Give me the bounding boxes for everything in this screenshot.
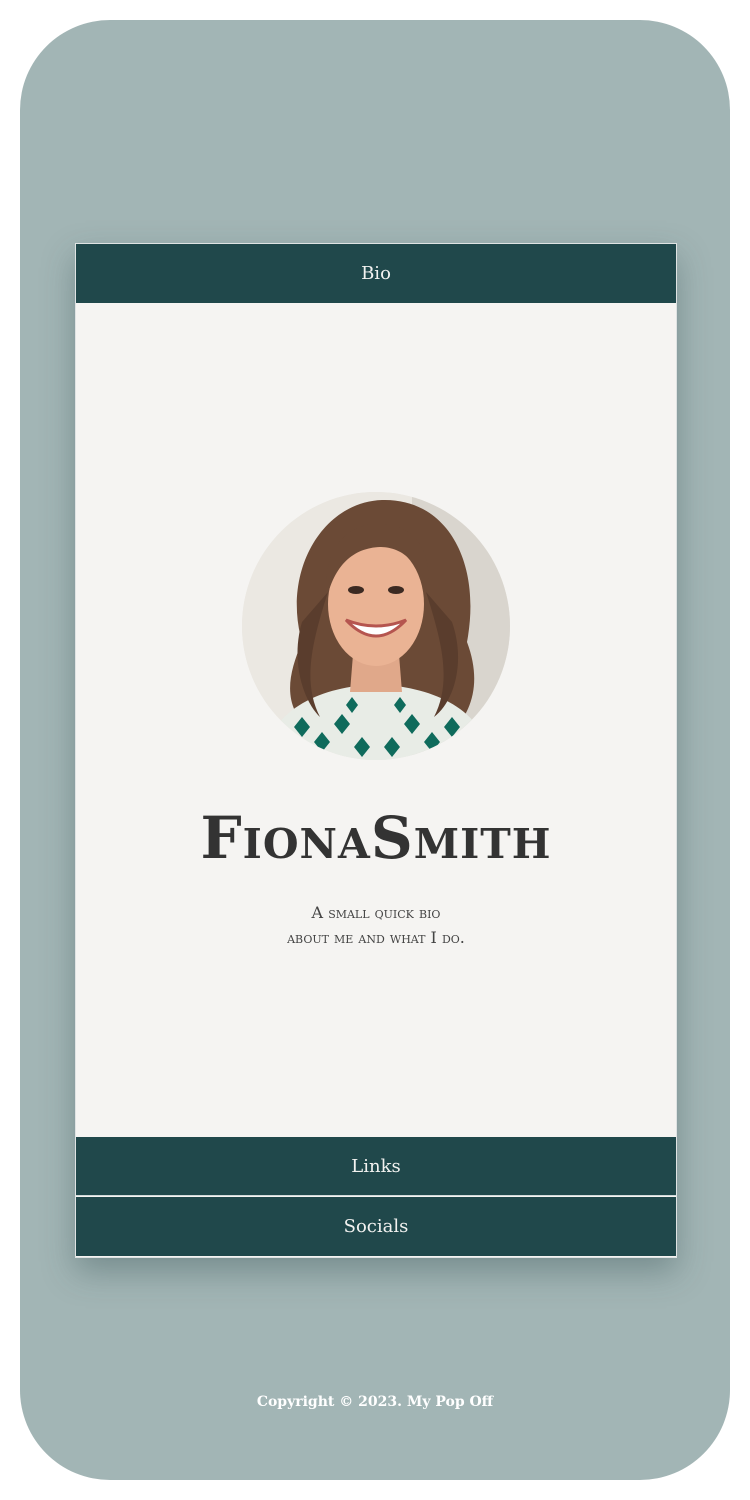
page-background: Bio FionaSmith A small quick bio about m… [20,20,730,1480]
footer-copyright: Copyright © 2023. My Pop Off [256,1394,494,1410]
avatar [242,492,510,760]
tab-socials[interactable]: Socials [76,1197,676,1256]
profile-card: Bio FionaSmith A small quick bio about m… [75,243,677,1258]
bio-line-1: A small quick bio [311,903,441,922]
profile-name: FionaSmith [200,804,552,872]
tab-links[interactable]: Links [76,1137,676,1196]
bio-line-2: about me and what I do. [287,928,465,947]
profile-bio: A small quick bio about me and what I do… [76,900,676,950]
avatar-photo [242,492,510,760]
tab-bio[interactable]: Bio [76,244,676,303]
